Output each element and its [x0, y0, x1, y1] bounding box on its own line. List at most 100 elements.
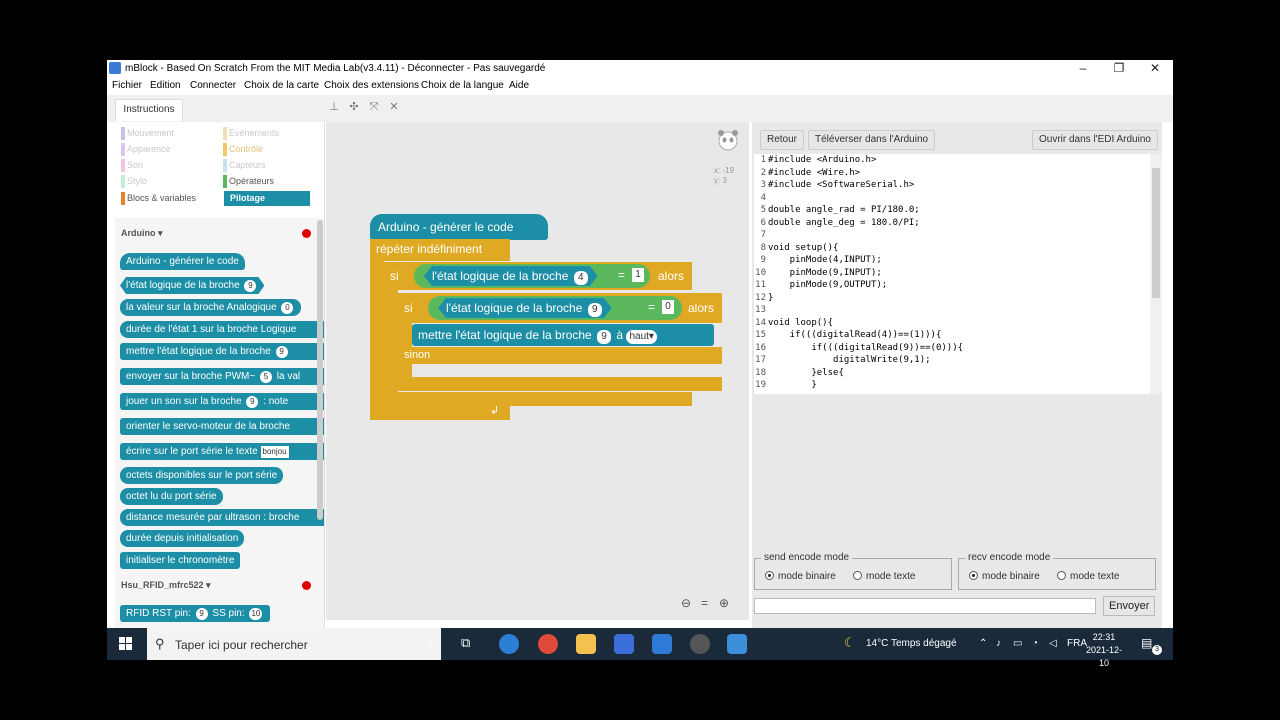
ouvrir-ide-button[interactable]: Ouvrir dans l'EDI Arduino [1032, 130, 1158, 150]
block-pwm[interactable]: envoyer sur la broche PWM~ 5 la val [120, 368, 324, 385]
pin-input[interactable]: 9 [244, 280, 256, 292]
tab-instructions[interactable]: Instructions [115, 99, 183, 121]
taskbar-search[interactable]: ⚲ Taper ici pour rechercher [147, 628, 441, 660]
block-duree-etat[interactable]: durée de l'état 1 sur la broche Logique [120, 321, 324, 338]
menu-aide[interactable]: Aide [509, 80, 529, 91]
televerser-button[interactable]: Téléverser dans l'Arduino [808, 130, 936, 150]
code-scroll-thumb[interactable] [1152, 168, 1160, 298]
block-octets-disponibles[interactable]: octets disponibles sur le port série [120, 467, 284, 484]
code-scrollbar[interactable] [1150, 154, 1162, 394]
category-apparence[interactable]: Apparence [121, 142, 171, 157]
block-rfid[interactable]: RFID RST pin: 9 SS pin: 10 [120, 605, 271, 622]
microphone-icon[interactable]: ♪ [996, 638, 1001, 649]
category-controle[interactable]: Contrôle [223, 142, 263, 157]
category-mouvement[interactable]: Mouvement [121, 126, 174, 141]
block-init-chrono[interactable]: initialiser le chronomètre [120, 552, 241, 569]
category-evenements[interactable]: Evénements [223, 126, 279, 141]
minimize-button[interactable]: – [1065, 60, 1101, 78]
pin-input[interactable]: 9 [275, 346, 288, 358]
weather-text[interactable]: 14°C Temps dégagé [866, 638, 957, 649]
zoom-reset-icon[interactable]: = [701, 596, 708, 610]
menu-choix-langue[interactable]: Choix de la langue [421, 80, 504, 91]
hat-generer-code[interactable]: Arduino - générer le code [370, 214, 548, 240]
file-explorer-icon[interactable] [576, 634, 596, 654]
level-dropdown[interactable]: haut▾ [626, 330, 657, 344]
zoom-in-icon[interactable]: ⊕ [719, 596, 729, 610]
block-mettre-etat[interactable]: mettre l'état logique de la broche 9 [120, 343, 324, 360]
palette-scrollbar[interactable] [317, 220, 323, 520]
category-stylo[interactable]: Stylo [121, 174, 147, 189]
pin-input[interactable]: 9 [597, 330, 612, 344]
category-son[interactable]: Son [121, 158, 143, 173]
stamp-icon[interactable]: ⊥ [328, 101, 340, 113]
notification-icon[interactable]: ▤ [1141, 636, 1152, 650]
forever-top[interactable]: répéter indéfiniment [370, 239, 510, 261]
value-input[interactable]: 1 [632, 268, 644, 282]
pin-input[interactable]: 0 [281, 302, 294, 314]
pin-input[interactable]: 10 [249, 608, 263, 620]
set-digital-block[interactable]: mettre l'état logique de la broche 9 à h… [412, 324, 714, 346]
code-view[interactable]: 1 #include <Arduino.h> 2 #include <Wire.h> 3… [754, 154, 1162, 394]
cortana-icon[interactable]: ○ [425, 635, 433, 651]
serial-send-input[interactable] [754, 598, 1096, 614]
menu-fichier[interactable]: Fichier [112, 80, 142, 91]
block-etat-logique[interactable]: l'état logique de la broche 9 [120, 277, 264, 294]
category-capteurs[interactable]: Capteurs [223, 158, 266, 173]
shrink-icon[interactable]: ✕ [388, 101, 400, 113]
if-inner-top[interactable]: si l'état logique de la broche 9 = 0 alo… [398, 293, 722, 323]
obs-icon[interactable] [690, 634, 710, 654]
menu-connecter[interactable]: Connecter [190, 80, 236, 91]
windows-start-icon[interactable] [119, 637, 133, 651]
line-number: 13 [755, 305, 766, 315]
menu-edition[interactable]: Edition [150, 80, 181, 91]
wifi-icon[interactable]: ◔ [1032, 638, 1038, 649]
block-duree-initialisation[interactable]: durée depuis initialisation [120, 530, 245, 547]
digital-read-block[interactable]: l'état logique de la broche 9 [438, 298, 612, 318]
pin-input[interactable]: 9 [195, 608, 208, 620]
block-octet-lu[interactable]: octet lu du port série [120, 488, 223, 505]
pin-input[interactable]: 9 [246, 396, 259, 408]
recv-mode-binaire[interactable]: mode binaire [969, 571, 1040, 582]
clock[interactable]: 22:31 2021-12-10 [1081, 631, 1127, 670]
chrome-icon[interactable] [538, 634, 558, 654]
recv-mode-texte[interactable]: mode texte [1057, 571, 1119, 582]
battery-icon[interactable]: ▭ [1013, 638, 1022, 649]
category-operateurs[interactable]: Opérateurs [223, 174, 274, 189]
arduino-section-header[interactable]: Arduino ▾ [121, 228, 163, 239]
pin-input[interactable]: 9 [588, 303, 602, 317]
category-blocs-variables[interactable]: Blocs & variables [121, 191, 196, 206]
expand-icon[interactable]: ✣ [348, 101, 360, 113]
block-ecrire-serie[interactable]: écrire sur le port série le texte bonjou [120, 443, 324, 460]
digital-read-block[interactable]: l'état logique de la broche 4 [424, 266, 598, 286]
block-valeur-analogique[interactable]: la valeur sur la broche Analogique 0 [120, 299, 302, 316]
envoyer-button[interactable]: Envoyer [1103, 596, 1156, 616]
pin-input[interactable]: 5 [260, 371, 272, 383]
block-generer-code[interactable]: Arduino - générer le code [120, 253, 245, 270]
text-input[interactable]: bonjou [260, 446, 289, 458]
rfid-section-header[interactable]: Hsu_RFID_mfrc522 ▾ [121, 580, 211, 591]
menu-choix-carte[interactable]: Choix de la carte [244, 80, 319, 91]
send-mode-binaire[interactable]: mode binaire [765, 571, 836, 582]
store-icon[interactable] [614, 634, 634, 654]
edge-icon[interactable] [499, 634, 519, 654]
script-area[interactable]: x: -19 y: 3 Arduino - générer le code rép… [326, 122, 749, 620]
block-ultrason[interactable]: distance mesurée par ultrason : broche [120, 509, 324, 526]
block-servo[interactable]: orienter le servo-moteur de la broche [120, 418, 324, 435]
category-pilotage[interactable]: Pilotage [224, 191, 310, 206]
retour-button[interactable]: Retour [760, 130, 805, 150]
maximize-button[interactable]: ❐ [1101, 60, 1137, 78]
mail-icon[interactable] [652, 634, 672, 654]
value-input[interactable]: 0 [662, 300, 674, 314]
pin-input[interactable]: 4 [574, 271, 588, 285]
if-outer-top[interactable]: si l'état logique de la broche 4 = 1 alo… [384, 262, 692, 290]
volume-icon[interactable]: ◁ [1049, 638, 1057, 649]
block-jouer-son[interactable]: jouer un son sur la broche 9 : note [120, 393, 324, 410]
grow-icon[interactable]: ⤧ [368, 101, 380, 113]
menu-choix-extensions[interactable]: Choix des extensions [324, 80, 419, 91]
close-button[interactable]: ✕ [1137, 60, 1173, 78]
tray-chevron-icon[interactable]: ⌃ [979, 638, 987, 649]
task-view-icon[interactable]: ⧉ [461, 635, 470, 651]
zoom-out-icon[interactable]: ⊖ [681, 596, 691, 610]
mblock-taskbar-icon[interactable] [727, 634, 747, 654]
send-mode-texte[interactable]: mode texte [853, 571, 915, 582]
